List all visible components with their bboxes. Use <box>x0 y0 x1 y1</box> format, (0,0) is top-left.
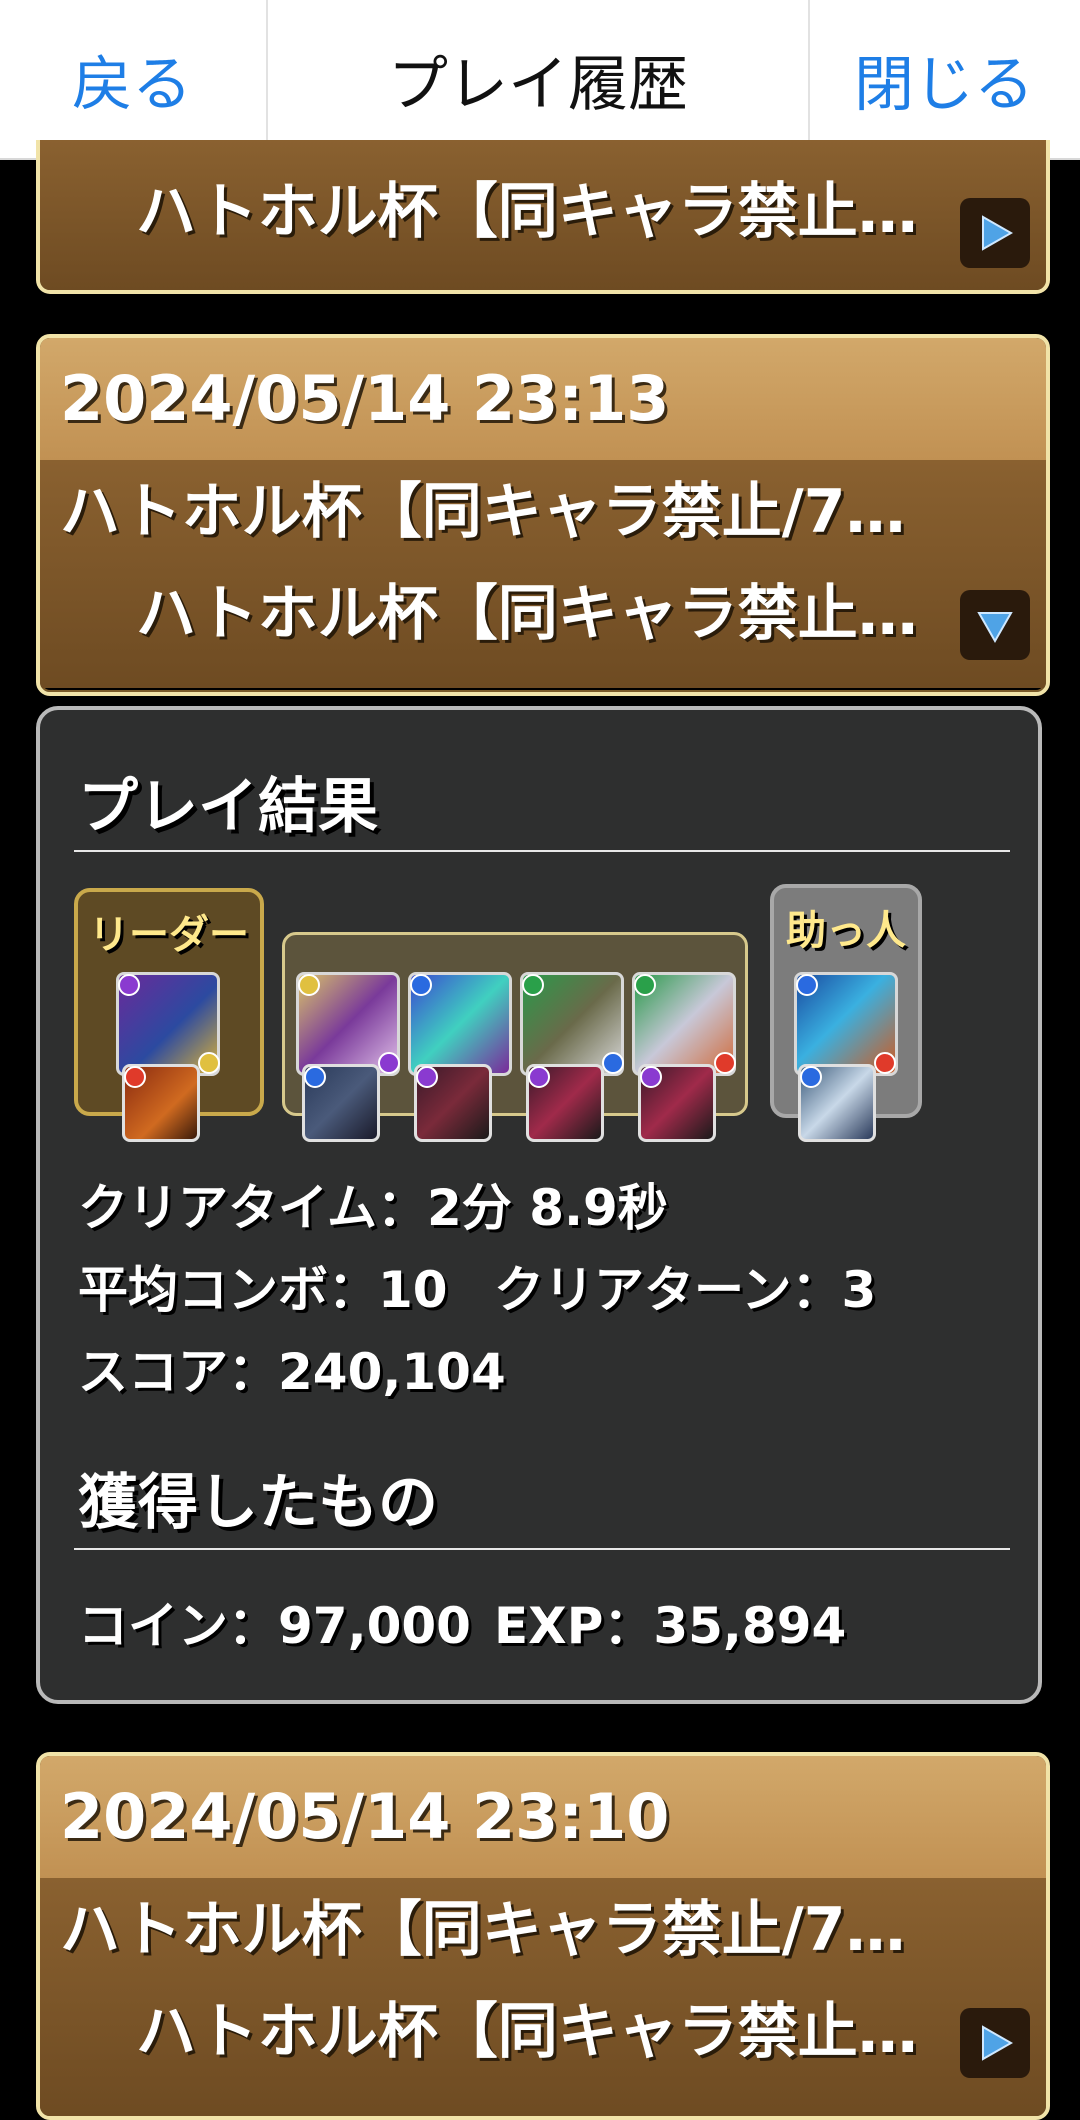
divider <box>74 850 1010 852</box>
divider <box>74 1548 1010 1550</box>
entry-date: 2024/05/14 23:10 <box>40 1756 1046 1878</box>
history-entry[interactable]: 2024/05/14 23:10 ハトホル杯【同キャラ禁止/7… ハトホル杯【同… <box>36 1752 1050 2120</box>
score: スコア：240,104 <box>78 1343 506 1401</box>
attribute-orb-icon <box>796 974 818 996</box>
attribute-orb-icon <box>124 1066 146 1088</box>
attribute-orb-icon <box>118 974 140 996</box>
attribute-orb-icon <box>640 1066 662 1088</box>
attribute-orb-icon <box>634 974 656 996</box>
clear-turns: クリアターン：3 <box>494 1261 877 1319</box>
collapse-icon[interactable] <box>960 590 1030 660</box>
attribute-orb-icon <box>416 1066 438 1088</box>
entry-title: ハトホル杯【同キャラ禁止/7… <box>60 1895 906 1965</box>
back-button[interactable]: 戻る <box>0 0 264 158</box>
leader-label: リーダー <box>89 912 249 958</box>
play-result-panel: プレイ結果 リーダー 助っ人 クリアタイム：2分 8.9秒 平均コンボ：10 ク… <box>36 706 1042 1704</box>
helper-label: 助っ人 <box>786 908 906 954</box>
attribute-orb-icon <box>602 1052 624 1074</box>
attribute-orb-icon <box>198 1052 220 1074</box>
rewards-title: 獲得したもの <box>78 1468 438 1538</box>
entry-title: ハトホル杯【同キャラ禁止/7… <box>60 477 906 547</box>
attribute-orb-icon <box>800 1066 822 1088</box>
page-title: プレイ履歴 <box>266 0 810 158</box>
attribute-orb-icon <box>522 974 544 996</box>
attribute-orb-icon <box>528 1066 550 1088</box>
expand-icon[interactable] <box>960 198 1030 268</box>
coin-reward: コイン：97,000 <box>78 1597 471 1655</box>
average-combo: 平均コンボ：10 <box>78 1261 448 1319</box>
entry-subtitle: ハトホル杯【同キャラ禁止… <box>136 177 918 247</box>
exp-reward: EXP：35,894 <box>494 1597 847 1655</box>
entry-date: 2024/05/14 23:13 <box>40 338 1046 460</box>
play-result-title: プレイ結果 <box>78 772 378 842</box>
expand-icon[interactable] <box>960 2008 1030 2078</box>
nav-bar: 戻る プレイ履歴 閉じる <box>0 0 1080 160</box>
clear-time: クリアタイム：2分 8.9秒 <box>78 1179 668 1237</box>
history-entry[interactable]: ハトホル杯【同キャラ禁止… <box>36 140 1050 294</box>
attribute-orb-icon <box>714 1052 736 1074</box>
attribute-orb-icon <box>410 974 432 996</box>
history-entry[interactable]: 2024/05/14 23:13 ハトホル杯【同キャラ禁止/7… ハトホル杯【同… <box>36 334 1050 696</box>
entry-subtitle: ハトホル杯【同キャラ禁止… <box>136 1997 918 2067</box>
attribute-orb-icon <box>298 974 320 996</box>
attribute-orb-icon <box>874 1052 896 1074</box>
close-button[interactable]: 閉じる <box>808 0 1080 158</box>
entry-subtitle: ハトホル杯【同キャラ禁止… <box>136 579 918 649</box>
attribute-orb-icon <box>378 1052 400 1074</box>
attribute-orb-icon <box>304 1066 326 1088</box>
